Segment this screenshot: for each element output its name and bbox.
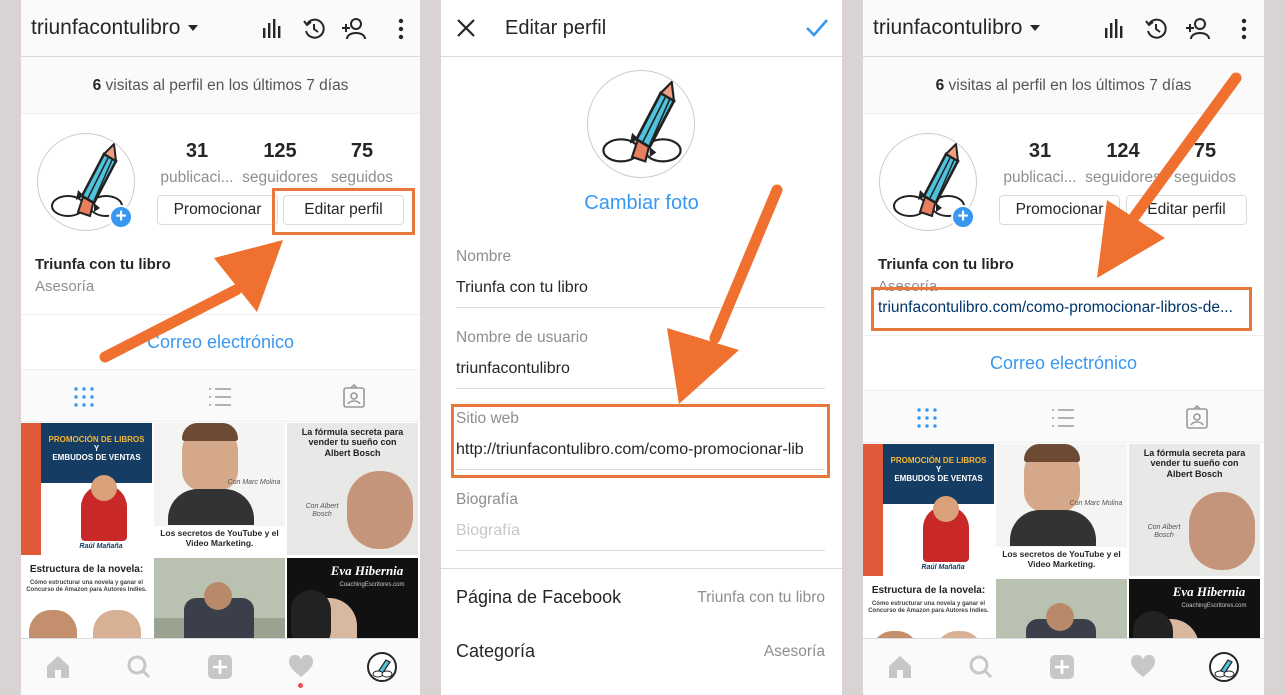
profile-screen-before: triunfacontulibro 6 visitas al perfil en… [21, 0, 420, 695]
edit-profile-screen: Editar perfil Cambiar foto Nombre Triunf… [441, 0, 842, 695]
orange-arrow [1097, 72, 1242, 278]
orange-arrow [99, 240, 283, 363]
orange-arrow [667, 184, 783, 404]
profile-screen-after: triunfacontulibro 6 visitas al perfil en… [863, 0, 1264, 695]
